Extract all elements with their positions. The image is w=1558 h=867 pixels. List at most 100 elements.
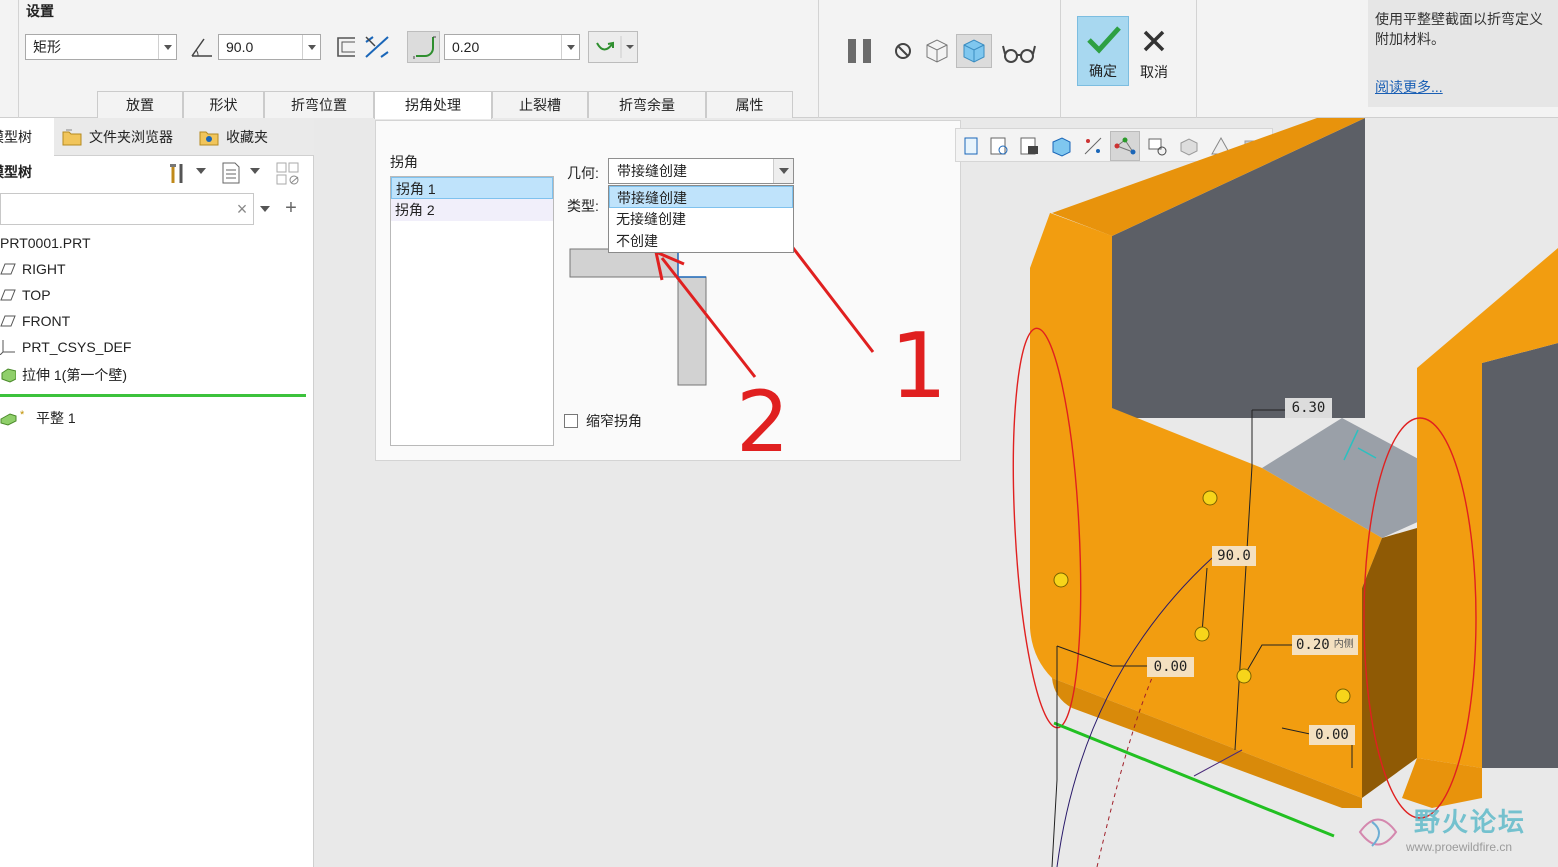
coordinate-system-icon xyxy=(0,339,16,355)
ok-button[interactable]: 确定 xyxy=(1077,16,1129,86)
radius-combo[interactable]: 0.20 xyxy=(444,34,580,60)
watermark-logo-icon xyxy=(1358,818,1398,847)
chevron-down-icon[interactable] xyxy=(158,35,176,59)
ok-label: 确定 xyxy=(1089,63,1117,79)
dim-0-00-right[interactable]: 0.00 xyxy=(1309,725,1355,745)
angle-icon xyxy=(188,34,216,60)
add-icon[interactable]: + xyxy=(282,197,300,219)
shape-value: 矩形 xyxy=(33,39,61,55)
checkmark-icon xyxy=(1084,23,1124,57)
narrow-corner-label: 缩窄拐角 xyxy=(586,413,642,429)
dim-0-20[interactable]: 0.20 内侧 xyxy=(1292,635,1358,655)
corner-preview-graphic xyxy=(569,248,707,386)
geometry-options-menu: 带接缝创建 无接缝创建 不创建 xyxy=(608,185,794,253)
tree-item-csys[interactable]: PRT_CSYS_DEF xyxy=(0,339,131,355)
corner-item-2[interactable]: 拐角 2 xyxy=(391,199,553,221)
cancel-button[interactable]: 取消 xyxy=(1131,16,1177,86)
chevron-down-icon[interactable] xyxy=(258,202,272,216)
datum-plane-icon xyxy=(0,261,16,277)
inner-right-face xyxy=(1482,343,1558,768)
folder-icon xyxy=(60,126,84,148)
tree-item-extrude[interactable]: 拉伸 1(第一个壁) xyxy=(0,365,127,385)
bend-radius-icon[interactable] xyxy=(407,31,440,63)
radius-side-button[interactable] xyxy=(588,31,638,63)
ribbon: 设置 矩形 90.0 0.20 确定 取消 使用平整壁截面以折弯定义附加材料。 … xyxy=(0,0,1558,119)
radius-value: 0.20 xyxy=(452,39,480,55)
corner-item-1[interactable]: 拐角 1 xyxy=(391,177,553,199)
narrow-corner-checkbox[interactable] xyxy=(564,414,578,428)
verify-preview-icon[interactable] xyxy=(956,34,992,68)
corner-list: 拐角 1 拐角 2 xyxy=(390,176,554,446)
help-panel: 使用平整壁截面以折弯定义附加材料。 阅读更多... xyxy=(1368,0,1558,107)
shape-combo[interactable]: 矩形 xyxy=(25,34,177,60)
help-text: 使用平整壁截面以折弯定义附加材料。 xyxy=(1375,11,1543,47)
drag-handle xyxy=(1202,490,1218,506)
glasses-icon[interactable] xyxy=(1000,40,1038,66)
tree-item-part[interactable]: PRT0001.PRT xyxy=(0,235,91,251)
tab-corner-treatment[interactable]: 拐角处理 xyxy=(374,91,492,119)
geometry-combo[interactable]: 带接缝创建 xyxy=(608,158,794,184)
tab-shape[interactable]: 形状 xyxy=(183,91,264,118)
drag-handle xyxy=(1053,572,1069,588)
no-preview-icon[interactable] xyxy=(892,40,914,62)
chevron-down-icon[interactable] xyxy=(302,35,320,59)
wireframe-preview-icon[interactable] xyxy=(922,36,952,66)
chevron-down-icon[interactable] xyxy=(773,159,793,183)
tab-placement[interactable]: 放置 xyxy=(97,91,183,118)
filter-tree-icon[interactable] xyxy=(274,160,302,188)
option-no-create[interactable]: 不创建 xyxy=(609,230,793,252)
cancel-label: 取消 xyxy=(1140,64,1168,80)
watermark-title: 野火论坛 xyxy=(1414,807,1527,837)
tab-favorites[interactable]: 收藏夹 xyxy=(198,118,288,156)
annotation-number-2: 2 xyxy=(736,373,790,471)
tab-relief[interactable]: 止裂槽 xyxy=(492,91,588,118)
corner-treatment-panel: 拐角 拐角 1 拐角 2 几何: 带接缝创建 类型: 带接缝创建 无接缝创建 不… xyxy=(375,120,961,461)
right-dark-edge xyxy=(1362,528,1417,798)
tab-bend-position[interactable]: 折弯位置 xyxy=(264,91,374,118)
datum-plane-icon xyxy=(0,313,16,329)
clear-search-icon[interactable]: × xyxy=(233,199,251,219)
tab-properties[interactable]: 属性 xyxy=(706,91,793,118)
option-without-seam[interactable]: 无接缝创建 xyxy=(609,208,793,230)
dim-0-00-left[interactable]: 0.00 xyxy=(1147,657,1194,677)
watermark: 野火论坛 www.proewildfire.cn xyxy=(1350,798,1558,867)
pause-icon[interactable] xyxy=(844,36,876,66)
chevron-down-icon[interactable] xyxy=(561,35,579,59)
geometry-value: 带接缝创建 xyxy=(617,163,687,179)
bend-inside-icon[interactable] xyxy=(334,33,358,61)
tree-item-right[interactable]: RIGHT xyxy=(0,261,66,277)
graphics-viewport[interactable]: 6.30 90.0 0.20 内侧 0.00 0.00 野火论坛 www.pro… xyxy=(962,118,1558,867)
close-icon xyxy=(1139,26,1169,56)
dim-90-0[interactable]: 90.0 xyxy=(1212,546,1256,566)
tree-item-front[interactable]: FRONT xyxy=(0,313,70,329)
angle-value: 90.0 xyxy=(226,39,254,55)
geometry-label: 几何: xyxy=(567,165,599,181)
svg-text:*: * xyxy=(20,409,25,421)
chevron-down-icon[interactable] xyxy=(248,164,262,178)
narrow-corner-option[interactable]: 缩窄拐角 xyxy=(564,411,642,431)
dim-6-30[interactable]: 6.30 xyxy=(1285,398,1332,418)
flat-wall-icon: * xyxy=(0,409,30,427)
tree-item-flat[interactable]: * 平整 1 xyxy=(0,408,76,428)
left-tabs: 模型树 文件夹浏览器 收藏夹 xyxy=(0,118,314,156)
read-more-link[interactable]: 阅读更多... xyxy=(1375,77,1443,97)
watermark-url: www.proewildfire.cn xyxy=(1406,840,1513,854)
settings-group-title: 设置 xyxy=(26,3,54,19)
model-tree-panel: 模型树 文件夹浏览器 收藏夹 模型树 × + PRT0001.PRT xyxy=(0,118,314,867)
angle-combo[interactable]: 90.0 xyxy=(218,34,321,60)
sheetmetal-model[interactable] xyxy=(962,118,1558,867)
tab-bend-allowance[interactable]: 折弯余量 xyxy=(588,91,706,118)
tree-search-input[interactable]: × xyxy=(0,193,254,225)
show-list-icon[interactable] xyxy=(218,160,244,186)
datum-plane-icon xyxy=(0,287,16,303)
tree-item-top[interactable]: TOP xyxy=(0,287,51,303)
chevron-down-icon[interactable] xyxy=(194,164,208,178)
drag-handle xyxy=(1194,626,1210,642)
tree-header: 模型树 xyxy=(0,164,32,180)
option-with-seam[interactable]: 带接缝创建 xyxy=(609,186,793,208)
tree-settings-icon[interactable] xyxy=(165,160,189,186)
drag-handle xyxy=(1236,668,1252,684)
tab-model-tree[interactable]: 模型树 xyxy=(0,118,54,156)
flip-dimension-icon[interactable] xyxy=(362,33,392,61)
tab-folder-browser[interactable]: 文件夹浏览器 xyxy=(60,118,190,156)
